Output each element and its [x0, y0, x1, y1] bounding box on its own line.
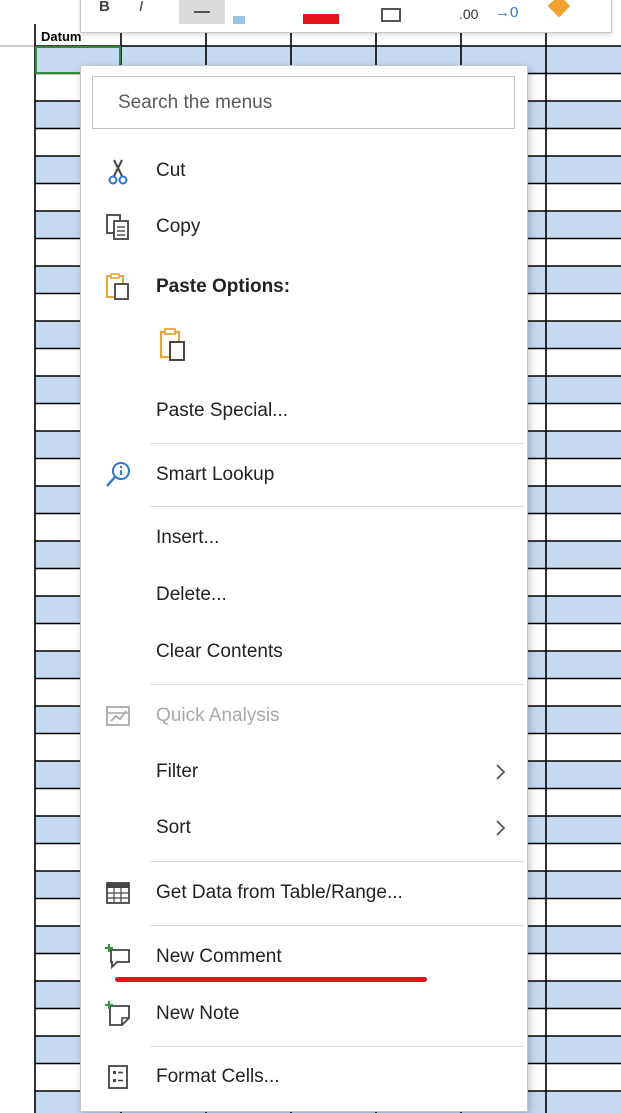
search-menus-box[interactable] [92, 76, 515, 129]
format-cells-icon [108, 1065, 128, 1089]
clipboard-paste-icon [106, 273, 129, 300]
context-menu: Cut Copy Paste Options: Paste Special... [80, 65, 528, 1112]
menu-item-smart-lookup[interactable]: Smart Lookup [81, 449, 525, 501]
chevron-right-icon [496, 820, 506, 836]
menu-item-sort[interactable]: Sort [81, 802, 525, 854]
red-annotation-underline [115, 977, 427, 982]
search-menus-input[interactable] [93, 77, 514, 128]
font-color-icon[interactable] [303, 14, 339, 24]
menu-separator [150, 506, 524, 507]
menu-item-cut[interactable]: Cut [81, 145, 525, 197]
menu-separator [150, 684, 524, 685]
chevron-right-icon [496, 764, 506, 780]
menu-item-get-data[interactable]: Get Data from Table/Range... [81, 867, 525, 919]
menu-item-new-note[interactable]: New Note [81, 988, 525, 1040]
italic-icon[interactable]: I [139, 0, 143, 15]
menu-item-label: Clear Contents [156, 641, 283, 662]
table-icon [106, 882, 130, 904]
clipboard-paste-icon [159, 328, 185, 361]
increase-decimal-icon[interactable]: .00 [459, 6, 478, 22]
paste-option-button[interactable] [153, 324, 199, 370]
menu-item-copy[interactable]: Copy [81, 201, 525, 253]
menu-item-label: Sort [156, 817, 191, 838]
menu-item-label: Copy [156, 216, 201, 237]
menu-item-label: Paste Special... [156, 400, 289, 421]
new-note-icon [105, 1001, 130, 1026]
menu-item-label: New Comment [156, 946, 282, 967]
search-info-icon [106, 462, 130, 487]
menu-item-label: Paste Options: [156, 276, 291, 297]
menu-item-clear-contents[interactable]: Clear Contents [81, 626, 525, 678]
menu-item-new-comment[interactable]: New Comment [81, 931, 525, 983]
menu-item-paste-special[interactable]: Paste Special... [81, 385, 525, 437]
mini-toolbar: B I .00 →0 [80, 0, 612, 33]
menu-item-label: Insert... [156, 527, 220, 548]
decrease-decimal-icon[interactable]: →0 [495, 4, 518, 21]
menu-item-label: Smart Lookup [156, 464, 275, 485]
menu-item-quick-analysis: Quick Analysis [81, 690, 525, 742]
menu-item-filter[interactable]: Filter [81, 746, 525, 798]
menu-separator [150, 443, 524, 444]
new-comment-icon [105, 944, 130, 970]
menu-item-label: New Note [156, 1003, 240, 1024]
menu-item-label: Cut [156, 160, 186, 181]
menu-item-paste-options: Paste Options: [81, 261, 525, 313]
scissors-icon [108, 159, 128, 185]
menu-item-insert[interactable]: Insert... [81, 512, 525, 564]
borders-icon[interactable] [381, 8, 401, 22]
copy-icon [106, 214, 129, 240]
menu-item-format-cells[interactable]: Format Cells... [81, 1051, 525, 1103]
menu-item-label: Get Data from Table/Range... [156, 882, 403, 903]
bold-icon[interactable]: B [99, 0, 110, 15]
menu-separator [150, 861, 524, 862]
fill-color-icon[interactable] [233, 16, 245, 24]
align-center-button[interactable] [179, 0, 225, 24]
format-painter-icon[interactable] [547, 0, 571, 18]
quick-analysis-icon [106, 706, 130, 726]
menu-item-label: Quick Analysis [156, 705, 280, 726]
menu-separator [150, 925, 524, 926]
menu-item-label: Format Cells... [156, 1066, 280, 1087]
menu-item-delete[interactable]: Delete... [81, 569, 525, 621]
menu-item-label: Filter [156, 761, 199, 782]
menu-item-label: Delete... [156, 584, 227, 605]
menu-separator [150, 1046, 524, 1047]
